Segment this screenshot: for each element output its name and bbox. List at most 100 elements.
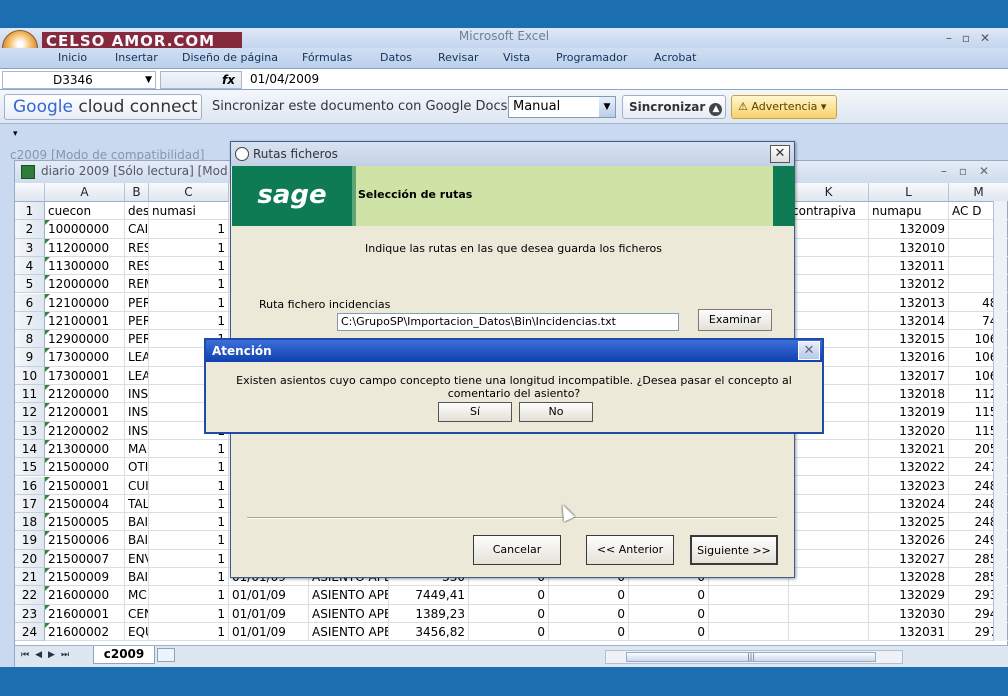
table-cell[interactable]: 1 (149, 439, 229, 459)
table-cell[interactable]: ASIENTO APE (309, 586, 389, 605)
table-cell[interactable] (709, 604, 789, 623)
row-header[interactable]: 6 (15, 293, 45, 312)
table-cell[interactable] (789, 604, 869, 623)
sheet-tab-c2009[interactable]: c2009 (93, 646, 155, 664)
table-cell[interactable]: 132022 (869, 458, 949, 477)
table-cell[interactable]: 21500009 (45, 568, 125, 587)
header-cell[interactable]: contrapiva (789, 202, 869, 221)
table-cell[interactable]: INS (125, 385, 149, 404)
name-box[interactable]: D3346 ▼ (2, 71, 156, 89)
tab-datos[interactable]: Datos (380, 51, 412, 64)
table-cell[interactable]: 21500007 (45, 549, 125, 568)
row-header[interactable]: 4 (15, 256, 45, 276)
warning-button[interactable]: ⚠ Advertencia ▾ (731, 95, 837, 119)
scrollbar-thumb[interactable]: ||| (626, 652, 876, 662)
table-cell[interactable]: 132031 (869, 622, 949, 642)
browse-button[interactable]: Examinar (698, 309, 772, 331)
column-header[interactable]: A (45, 183, 125, 202)
table-cell[interactable]: 1 (149, 604, 229, 623)
table-cell[interactable]: 0 (469, 586, 549, 605)
table-cell[interactable] (789, 568, 869, 587)
tab-diseno[interactable]: Diseño de página (182, 51, 278, 64)
table-cell[interactable]: 21500001 (45, 476, 125, 495)
table-cell[interactable]: BAI (125, 531, 149, 550)
tab-programador[interactable]: Programador (556, 51, 627, 64)
row-header[interactable]: 24 (15, 622, 45, 642)
table-cell[interactable]: 0 (629, 586, 709, 605)
table-cell[interactable]: 21300000 (45, 439, 125, 459)
header-cell[interactable]: numasi (149, 202, 229, 221)
table-cell[interactable]: PER (125, 330, 149, 349)
sync-button[interactable]: Sincronizar ▲ (622, 95, 726, 119)
table-cell[interactable]: 1 (149, 494, 229, 514)
back-button[interactable]: << Anterior (586, 535, 674, 565)
table-cell[interactable]: 1 (149, 549, 229, 568)
table-cell[interactable]: 1 (149, 568, 229, 587)
row-header[interactable]: 7 (15, 311, 45, 331)
table-cell[interactable]: 132009 (869, 220, 949, 239)
table-cell[interactable]: 0 (549, 604, 629, 623)
row-header[interactable]: 8 (15, 330, 45, 349)
table-cell[interactable] (789, 256, 869, 276)
table-cell[interactable]: 1 (149, 293, 229, 312)
workbook-controls[interactable]: –▫✕ (941, 161, 1001, 181)
table-cell[interactable]: 132027 (869, 549, 949, 568)
table-cell[interactable]: PER (125, 293, 149, 312)
select-all-corner[interactable] (15, 183, 45, 202)
header-cell[interactable]: numapu (869, 202, 949, 221)
table-cell[interactable]: 12900000 (45, 330, 125, 349)
table-cell[interactable] (789, 220, 869, 239)
table-cell[interactable]: MA (125, 439, 149, 459)
row-header[interactable]: 22 (15, 586, 45, 605)
row-header[interactable]: 3 (15, 238, 45, 257)
table-cell[interactable]: 10000000 (45, 220, 125, 239)
table-cell[interactable] (789, 238, 869, 257)
window-controls[interactable]: –▫✕ (946, 30, 1000, 46)
row-header[interactable]: 19 (15, 531, 45, 550)
table-cell[interactable]: ASIENTO APE (309, 604, 389, 623)
table-cell[interactable]: 3456,82 (389, 622, 469, 642)
table-cell[interactable]: MC (125, 586, 149, 605)
table-cell[interactable]: 1 (149, 513, 229, 532)
next-button[interactable]: Siguiente >> (690, 535, 778, 565)
table-cell[interactable]: 132010 (869, 238, 949, 257)
table-cell[interactable]: 17300000 (45, 348, 125, 367)
table-cell[interactable]: 7449,41 (389, 586, 469, 605)
table-cell[interactable]: 12100000 (45, 293, 125, 312)
table-cell[interactable]: 17300001 (45, 366, 125, 385)
table-cell[interactable]: BAI (125, 568, 149, 587)
table-cell[interactable]: 21500006 (45, 531, 125, 550)
table-cell[interactable] (789, 458, 869, 477)
table-cell[interactable] (789, 476, 869, 495)
table-cell[interactable] (789, 622, 869, 642)
table-cell[interactable]: 132011 (869, 256, 949, 276)
fx-icon[interactable]: fx (222, 73, 235, 87)
row-header[interactable]: 20 (15, 549, 45, 568)
table-cell[interactable]: 132016 (869, 348, 949, 367)
table-cell[interactable]: EQU (125, 622, 149, 642)
yes-button[interactable]: Sí (438, 402, 512, 422)
table-cell[interactable] (709, 586, 789, 605)
table-cell[interactable] (789, 275, 869, 294)
google-cloud-connect-button[interactable]: Google cloud connect ▾ (4, 94, 202, 139)
table-cell[interactable]: 21600000 (45, 586, 125, 605)
column-header[interactable]: B (125, 183, 149, 202)
table-cell[interactable]: 1 (149, 238, 229, 257)
table-cell[interactable]: 132020 (869, 421, 949, 440)
row-header[interactable]: 18 (15, 513, 45, 532)
table-cell[interactable]: RES (125, 238, 149, 257)
tab-insertar[interactable]: Insertar (115, 51, 158, 64)
table-cell[interactable] (789, 586, 869, 605)
table-cell[interactable]: 21200001 (45, 403, 125, 422)
header-cell[interactable]: des (125, 202, 149, 221)
table-cell[interactable]: 21500005 (45, 513, 125, 532)
table-cell[interactable]: 132015 (869, 330, 949, 349)
column-header[interactable]: L (869, 183, 949, 202)
tab-formulas[interactable]: Fórmulas (302, 51, 352, 64)
close-icon[interactable]: ✕ (770, 145, 790, 163)
table-cell[interactable]: 132024 (869, 494, 949, 514)
table-cell[interactable]: 1 (149, 220, 229, 239)
row-header[interactable]: 15 (15, 458, 45, 477)
table-cell[interactable]: 21200002 (45, 421, 125, 440)
table-cell[interactable]: 132019 (869, 403, 949, 422)
